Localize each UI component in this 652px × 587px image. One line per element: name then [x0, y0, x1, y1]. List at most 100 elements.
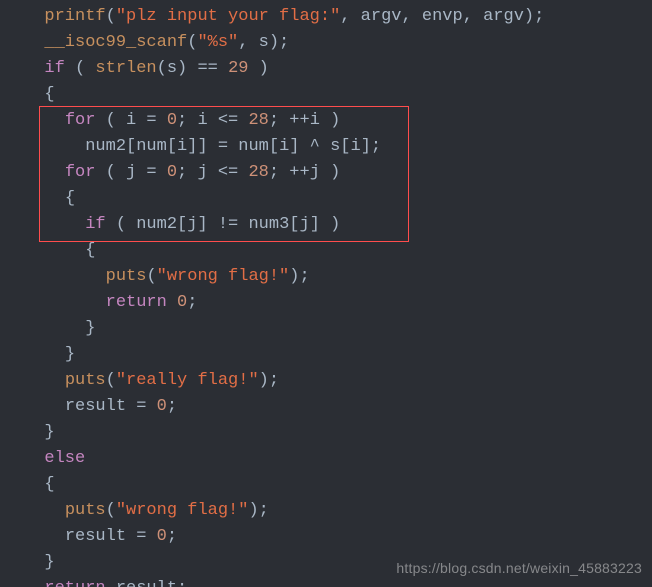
token-kw: for: [65, 163, 96, 182]
token-id: envp: [422, 7, 463, 26]
token-id: result: [116, 579, 177, 587]
token-id: result: [65, 397, 126, 416]
token-brace: }: [65, 345, 75, 364]
line-number: [0, 186, 18, 212]
code-area: printf("plz input your flag:", argv, env…: [24, 4, 544, 587]
code-line: __isoc99_scanf("%s", s);: [24, 30, 544, 56]
token-fn: puts: [106, 267, 147, 286]
token-fn: puts: [65, 501, 106, 520]
token-op: ;: [187, 293, 197, 312]
token-str: "%s": [197, 33, 238, 52]
token-num: 29: [228, 59, 248, 78]
token-op: [: [126, 137, 136, 156]
token-op: (: [106, 215, 137, 234]
line-number: [0, 134, 18, 160]
token-op: =: [136, 163, 167, 182]
line-number: [0, 394, 18, 420]
token-id: i: [351, 137, 361, 156]
token-num: 0: [167, 163, 177, 182]
token-op: =: [136, 111, 167, 130]
token-id: num: [238, 137, 269, 156]
token-kw: if: [44, 59, 64, 78]
token-id: i: [279, 137, 289, 156]
code-line: {: [24, 186, 544, 212]
token-id: j: [197, 163, 207, 182]
token-op: ): [320, 111, 340, 130]
token-id: argv: [361, 7, 402, 26]
line-number: [0, 420, 18, 446]
token-brace: {: [44, 475, 54, 494]
token-op: ): [320, 163, 340, 182]
line-number: [0, 550, 18, 576]
line-number: [0, 498, 18, 524]
token-op: );: [524, 7, 544, 26]
line-number: [0, 524, 18, 550]
token-kw: return: [44, 579, 105, 587]
token-id: num3: [248, 215, 289, 234]
code-line: for ( j = 0; j <= 28; ++j ): [24, 160, 544, 186]
token-id: s: [167, 59, 177, 78]
token-op: [106, 579, 116, 587]
code-line: result = 0;: [24, 524, 544, 550]
line-number: [0, 212, 18, 238]
token-id: num2: [136, 215, 177, 234]
line-number: [0, 56, 18, 82]
token-id: result: [65, 527, 126, 546]
token-op: );: [248, 501, 268, 520]
token-id: j: [299, 215, 309, 234]
token-op: =: [126, 397, 157, 416]
line-number: [0, 316, 18, 342]
code-line: {: [24, 82, 544, 108]
token-op: (: [187, 33, 197, 52]
token-num: 0: [167, 111, 177, 130]
code-line: }: [24, 342, 544, 368]
token-op: [167, 293, 177, 312]
token-op: (: [146, 267, 156, 286]
token-op: ;: [177, 163, 197, 182]
code-line: {: [24, 238, 544, 264]
line-number: [0, 472, 18, 498]
token-op: <=: [208, 163, 249, 182]
token-op: ,: [238, 33, 258, 52]
token-num: 0: [157, 397, 167, 416]
token-op: (: [95, 111, 126, 130]
token-op: ): [248, 59, 268, 78]
token-brace: }: [44, 423, 54, 442]
token-id: j: [126, 163, 136, 182]
token-num: 28: [248, 163, 268, 182]
token-str: "wrong flag!": [116, 501, 249, 520]
token-op: (: [106, 501, 116, 520]
line-number: [0, 82, 18, 108]
token-fn: puts: [65, 371, 106, 390]
line-number: [0, 368, 18, 394]
token-op: ] ): [310, 215, 341, 234]
token-op: ; ++: [269, 111, 310, 130]
code-line: puts("wrong flag!");: [24, 498, 544, 524]
token-op: );: [259, 371, 279, 390]
token-str: "plz input your flag:": [116, 7, 340, 26]
line-number: [0, 238, 18, 264]
token-id: i: [197, 111, 207, 130]
token-brace: {: [65, 189, 75, 208]
token-op: [: [177, 215, 187, 234]
token-op: (: [157, 59, 167, 78]
code-line: result = 0;: [24, 394, 544, 420]
line-number-gutter: [0, 4, 18, 576]
token-op: =: [126, 527, 157, 546]
token-kw: for: [65, 111, 96, 130]
code-line: puts("wrong flag!");: [24, 264, 544, 290]
token-op: ,: [340, 7, 360, 26]
token-num: 0: [157, 527, 167, 546]
token-fn: strlen: [95, 59, 156, 78]
token-op: );: [289, 267, 309, 286]
token-op: [: [289, 215, 299, 234]
token-op: ;: [167, 397, 177, 416]
code-line: return 0;: [24, 290, 544, 316]
line-number: [0, 264, 18, 290]
token-kw: if: [85, 215, 105, 234]
token-op: [: [269, 137, 279, 156]
code-line: puts("really flag!");: [24, 368, 544, 394]
token-brace: }: [85, 319, 95, 338]
token-id: s: [259, 33, 269, 52]
token-str: "really flag!": [116, 371, 259, 390]
